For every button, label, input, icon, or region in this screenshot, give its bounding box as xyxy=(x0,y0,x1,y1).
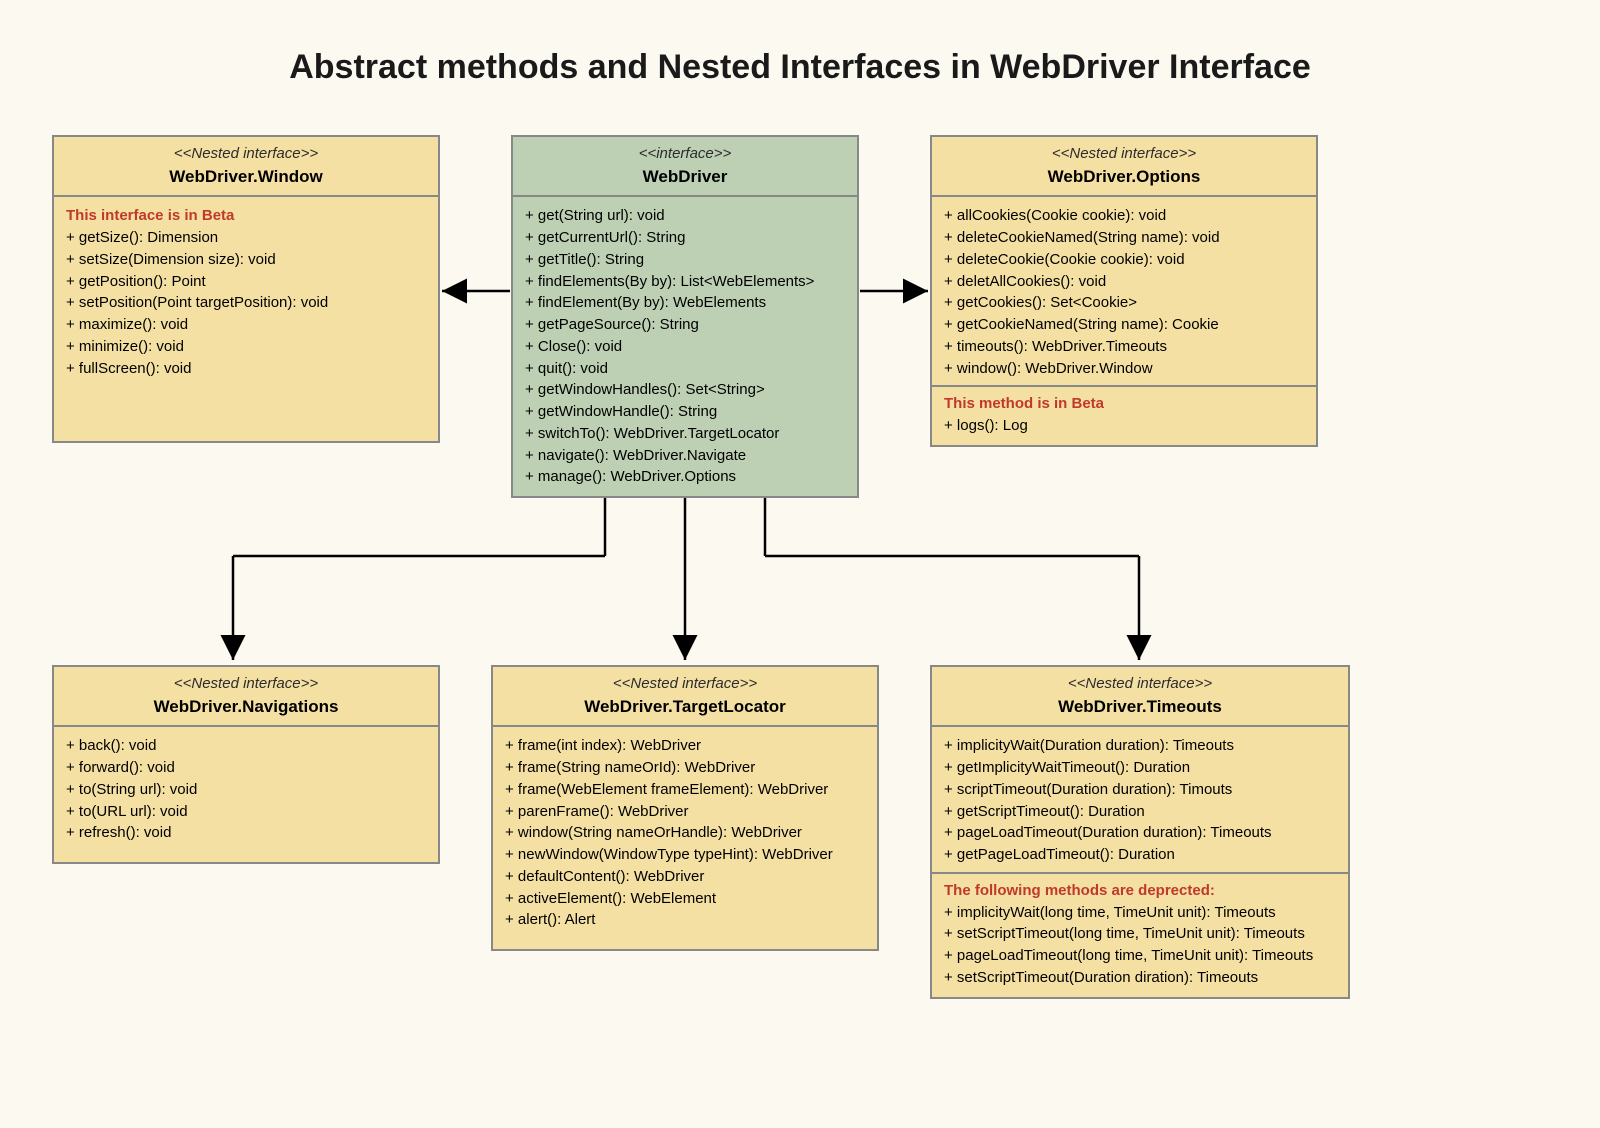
method: + getSize(): Dimension xyxy=(66,227,426,249)
method: + window(): WebDriver.Window xyxy=(944,358,1304,380)
method: + scriptTimeout(Duration duration): Timo… xyxy=(944,779,1336,801)
method: + deleteCookieNamed(String name): void xyxy=(944,227,1304,249)
box-webdriver: <<interface>> WebDriver + get(String url… xyxy=(511,135,859,498)
method: + frame(String nameOrId): WebDriver xyxy=(505,757,865,779)
stereotype: <<Nested interface>> xyxy=(940,143,1308,165)
method: + activeElement(): WebElement xyxy=(505,888,865,910)
method: + alert(): Alert xyxy=(505,909,865,931)
method: + parenFrame(): WebDriver xyxy=(505,801,865,823)
class-name: WebDriver xyxy=(521,165,849,190)
box-webdriver-options: <<Nested interface>> WebDriver.Options +… xyxy=(930,135,1318,447)
stereotype: <<interface>> xyxy=(521,143,849,165)
method: + quit(): void xyxy=(525,358,845,380)
method: + timeouts(): WebDriver.Timeouts xyxy=(944,336,1304,358)
method: + minimize(): void xyxy=(66,336,426,358)
method: + getCookies(): Set<Cookie> xyxy=(944,292,1304,314)
box-webdriver-timeouts: <<Nested interface>> WebDriver.Timeouts … xyxy=(930,665,1350,999)
method: + getPosition(): Point xyxy=(66,271,426,293)
method: + defaultContent(): WebDriver xyxy=(505,866,865,888)
method: + getCurrentUrl(): String xyxy=(525,227,845,249)
method: + switchTo(): WebDriver.TargetLocator xyxy=(525,423,845,445)
method: + window(String nameOrHandle): WebDriver xyxy=(505,822,865,844)
method: + getPageSource(): String xyxy=(525,314,845,336)
diagram-title: Abstract methods and Nested Interfaces i… xyxy=(0,0,1600,87)
method: + fullScreen(): void xyxy=(66,358,426,380)
method: + pageLoadTimeout(long time, TimeUnit un… xyxy=(944,945,1336,967)
method: + getCookieNamed(String name): Cookie xyxy=(944,314,1304,336)
method: + to(String url): void xyxy=(66,779,426,801)
stereotype: <<Nested interface>> xyxy=(62,673,430,695)
method: + findElement(By by): WebElements xyxy=(525,292,845,314)
method: + frame(WebElement frameElement): WebDri… xyxy=(505,779,865,801)
stereotype: <<Nested interface>> xyxy=(501,673,869,695)
method: + pageLoadTimeout(Duration duration): Ti… xyxy=(944,822,1336,844)
method: + refresh(): void xyxy=(66,822,426,844)
beta-note: This method is in Beta xyxy=(944,393,1304,415)
method: + getWindowHandle(): String xyxy=(525,401,845,423)
method: + findElements(By by): List<WebElements> xyxy=(525,271,845,293)
method: + navigate(): WebDriver.Navigate xyxy=(525,445,845,467)
method: + deletAllCookies(): void xyxy=(944,271,1304,293)
method: + to(URL url): void xyxy=(66,801,426,823)
method: + frame(int index): WebDriver xyxy=(505,735,865,757)
stereotype: <<Nested interface>> xyxy=(940,673,1340,695)
method: + back(): void xyxy=(66,735,426,757)
class-name: WebDriver.Timeouts xyxy=(940,695,1340,720)
method: + setPosition(Point targetPosition): voi… xyxy=(66,292,426,314)
method: + setScriptTimeout(long time, TimeUnit u… xyxy=(944,923,1336,945)
method: + implicityWait(long time, TimeUnit unit… xyxy=(944,902,1336,924)
method: + getTitle(): String xyxy=(525,249,845,271)
method: + getPageLoadTimeout(): Duration xyxy=(944,844,1336,866)
box-webdriver-targetlocator: <<Nested interface>> WebDriver.TargetLoc… xyxy=(491,665,879,951)
beta-note: This interface is in Beta xyxy=(66,205,426,227)
method: + Close(): void xyxy=(525,336,845,358)
box-webdriver-navigations: <<Nested interface>> WebDriver.Navigatio… xyxy=(52,665,440,864)
method: + get(String url): void xyxy=(525,205,845,227)
method: + forward(): void xyxy=(66,757,426,779)
method: + getScriptTimeout(): Duration xyxy=(944,801,1336,823)
method: + getWindowHandles(): Set<String> xyxy=(525,379,845,401)
method: + implicityWait(Duration duration): Time… xyxy=(944,735,1336,757)
class-name: WebDriver.Window xyxy=(62,165,430,190)
method: + allCookies(Cookie cookie): void xyxy=(944,205,1304,227)
method: + setSize(Dimension size): void xyxy=(66,249,426,271)
deprecated-note: The following methods are deprected: xyxy=(944,880,1336,902)
method: + maximize(): void xyxy=(66,314,426,336)
method: + manage(): WebDriver.Options xyxy=(525,466,845,488)
class-name: WebDriver.Navigations xyxy=(62,695,430,720)
method: + logs(): Log xyxy=(944,415,1304,437)
stereotype: <<Nested interface>> xyxy=(62,143,430,165)
class-name: WebDriver.TargetLocator xyxy=(501,695,869,720)
box-webdriver-window: <<Nested interface>> WebDriver.Window Th… xyxy=(52,135,440,443)
method: + getImplicityWaitTimeout(): Duration xyxy=(944,757,1336,779)
method: + newWindow(WindowType typeHint): WebDri… xyxy=(505,844,865,866)
method: + setScriptTimeout(Duration diration): T… xyxy=(944,967,1336,989)
method: + deleteCookie(Cookie cookie): void xyxy=(944,249,1304,271)
class-name: WebDriver.Options xyxy=(940,165,1308,190)
